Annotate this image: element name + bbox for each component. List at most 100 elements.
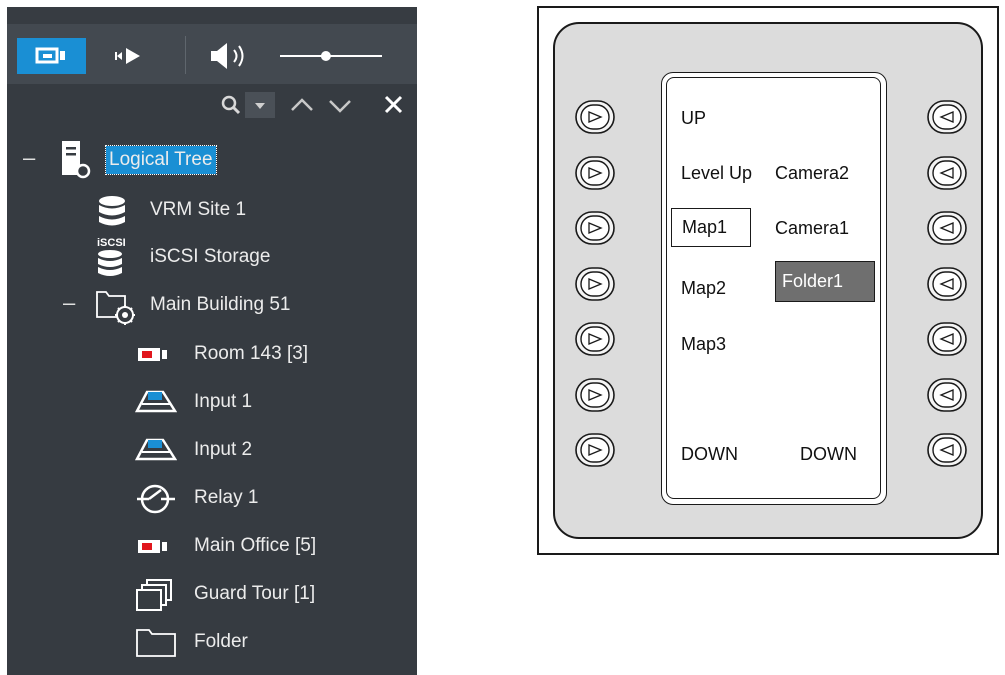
- tree-item-logical-tree[interactable]: – Logical Tree: [7, 140, 417, 180]
- keypad-right-key-4[interactable]: [926, 266, 968, 302]
- right-triangle-icon: [575, 377, 615, 412]
- left-triangle-icon: [927, 377, 967, 412]
- left-triangle-icon: [927, 266, 967, 301]
- display-cell-map3: Map3: [681, 334, 727, 354]
- keypad-right-key-2[interactable]: [926, 155, 968, 191]
- guard-tour-icon: [136, 579, 172, 611]
- display-cell-down-right: DOWN: [800, 444, 857, 464]
- toolbar: [7, 24, 417, 84]
- chevron-down-icon: [255, 103, 265, 109]
- display-cell-level-up: Level Up: [681, 163, 753, 183]
- search-button[interactable]: [219, 92, 243, 118]
- keypad-left-key-4[interactable]: [574, 266, 616, 302]
- tree-item-input-1[interactable]: Input 1: [7, 382, 417, 422]
- keypad-body: UP Level Up Camera2 Map1 Camera1 Map2 Fo…: [553, 22, 983, 539]
- search-bar: [7, 84, 417, 128]
- display-cell-map2: Map2: [681, 278, 727, 298]
- tree-item-label: Guard Tour [1]: [194, 583, 316, 604]
- keypad-right-key-1[interactable]: [926, 99, 968, 135]
- camera-mode-icon: [35, 47, 65, 64]
- tree-item-label: Logical Tree: [105, 145, 217, 175]
- tree-item-label: Room 143 [3]: [194, 343, 309, 364]
- left-triangle-icon: [927, 322, 967, 356]
- input-icon: [135, 390, 177, 413]
- next-result-button[interactable]: [325, 92, 355, 118]
- camera-icon: [138, 540, 167, 553]
- keypad-left-key-6[interactable]: [574, 377, 616, 413]
- tree-item-label: Input 1: [194, 391, 253, 412]
- relay-icon: [137, 484, 175, 514]
- keypad-right-key-6[interactable]: [926, 377, 968, 413]
- tree-item-relay-1[interactable]: Relay 1: [7, 478, 417, 518]
- tree-item-main-office[interactable]: Main Office [5]: [7, 526, 417, 566]
- up-arrow-icon: [291, 98, 313, 111]
- keypad-right-key-5[interactable]: [926, 321, 968, 357]
- tree-item-iscsi-storage[interactable]: iSCSI iSCSI Storage: [7, 237, 417, 277]
- svg-text:iSCSI: iSCSI: [97, 237, 126, 249]
- tree-item-main-building[interactable]: – Main Building 51: [7, 285, 417, 325]
- right-triangle-icon: [575, 322, 615, 356]
- close-search-button[interactable]: [381, 92, 407, 118]
- camera-icon: [138, 348, 167, 361]
- left-triangle-icon: [927, 100, 967, 134]
- volume-slider[interactable]: [277, 38, 385, 74]
- display-cell-camera1: Camera1: [775, 218, 850, 238]
- collapse-toggle[interactable]: –: [23, 145, 35, 171]
- folder-gear-icon: [96, 291, 135, 325]
- left-triangle-icon: [927, 211, 967, 245]
- tree-item-folder[interactable]: Folder: [7, 622, 417, 662]
- keypad-display: UP Level Up Camera2 Map1 Camera1 Map2 Fo…: [661, 72, 887, 505]
- right-triangle-icon: [575, 433, 615, 467]
- tree-item-label: VRM Site 1: [150, 199, 247, 220]
- toolbar-top-strip: [7, 7, 417, 24]
- display-cell-camera2: Camera2: [775, 163, 850, 183]
- right-triangle-icon: [575, 100, 615, 134]
- volume-icon: [211, 43, 244, 69]
- display-cell-down-left: DOWN: [681, 444, 738, 464]
- tree-item-label: iSCSI Storage: [150, 246, 271, 267]
- volume-button[interactable]: [203, 38, 259, 74]
- close-icon: [384, 95, 403, 114]
- camera-mode-button[interactable]: [17, 38, 86, 74]
- keypad-left-key-1[interactable]: [574, 99, 616, 135]
- display-cell-map1: Map1: [671, 208, 751, 247]
- input-icon: [135, 438, 177, 461]
- tree-item-label: Folder: [194, 631, 248, 652]
- previous-result-button[interactable]: [287, 92, 317, 118]
- playback-mode-icon: [115, 48, 140, 64]
- display-cell-folder1: Folder1: [775, 261, 875, 302]
- volume-slider-knob[interactable]: [320, 51, 331, 61]
- display-cell-up: UP: [681, 108, 707, 128]
- keypad-right-key-3[interactable]: [926, 210, 968, 246]
- right-triangle-icon: [575, 266, 615, 301]
- search-icon: [221, 95, 241, 115]
- tree-item-vrm-site[interactable]: VRM Site 1: [7, 190, 417, 230]
- iscsi-storage-icon: iSCSI: [97, 237, 126, 276]
- right-triangle-icon: [575, 155, 615, 190]
- tree-item-guard-tour[interactable]: Guard Tour [1]: [7, 574, 417, 614]
- keypad-panel: UP Level Up Camera2 Map1 Camera1 Map2 Fo…: [537, 6, 999, 555]
- left-triangle-icon: [927, 155, 967, 190]
- tree-item-label: Relay 1: [194, 487, 259, 508]
- logical-tree-panel: – Logical Tree VRM Site 1 iSCSI iSCSI St…: [7, 7, 417, 675]
- tree-item-room-143[interactable]: Room 143 [3]: [7, 334, 417, 374]
- keypad-left-key-3[interactable]: [574, 210, 616, 246]
- down-arrow-icon: [329, 100, 351, 113]
- tree-item-input-2[interactable]: Input 2: [7, 430, 417, 470]
- playback-mode-button[interactable]: [105, 38, 155, 74]
- keypad-left-key-5[interactable]: [574, 321, 616, 357]
- keypad-display-inner: UP Level Up Camera2 Map1 Camera1 Map2 Fo…: [666, 77, 881, 499]
- database-icon: [99, 196, 125, 226]
- volume-slider-graphic: [280, 51, 382, 61]
- keypad-left-key-2[interactable]: [574, 155, 616, 191]
- tree-item-label: Input 2: [194, 439, 253, 460]
- collapse-toggle[interactable]: –: [63, 290, 75, 316]
- left-triangle-icon: [927, 433, 967, 467]
- right-triangle-icon: [575, 211, 615, 245]
- server-icon: [62, 141, 91, 179]
- keypad-left-key-7[interactable]: [574, 432, 616, 468]
- folder-icon: [136, 629, 176, 657]
- tree-item-label: Main Building 51: [150, 294, 291, 315]
- search-dropdown-button[interactable]: [245, 92, 275, 118]
- keypad-right-key-7[interactable]: [926, 432, 968, 468]
